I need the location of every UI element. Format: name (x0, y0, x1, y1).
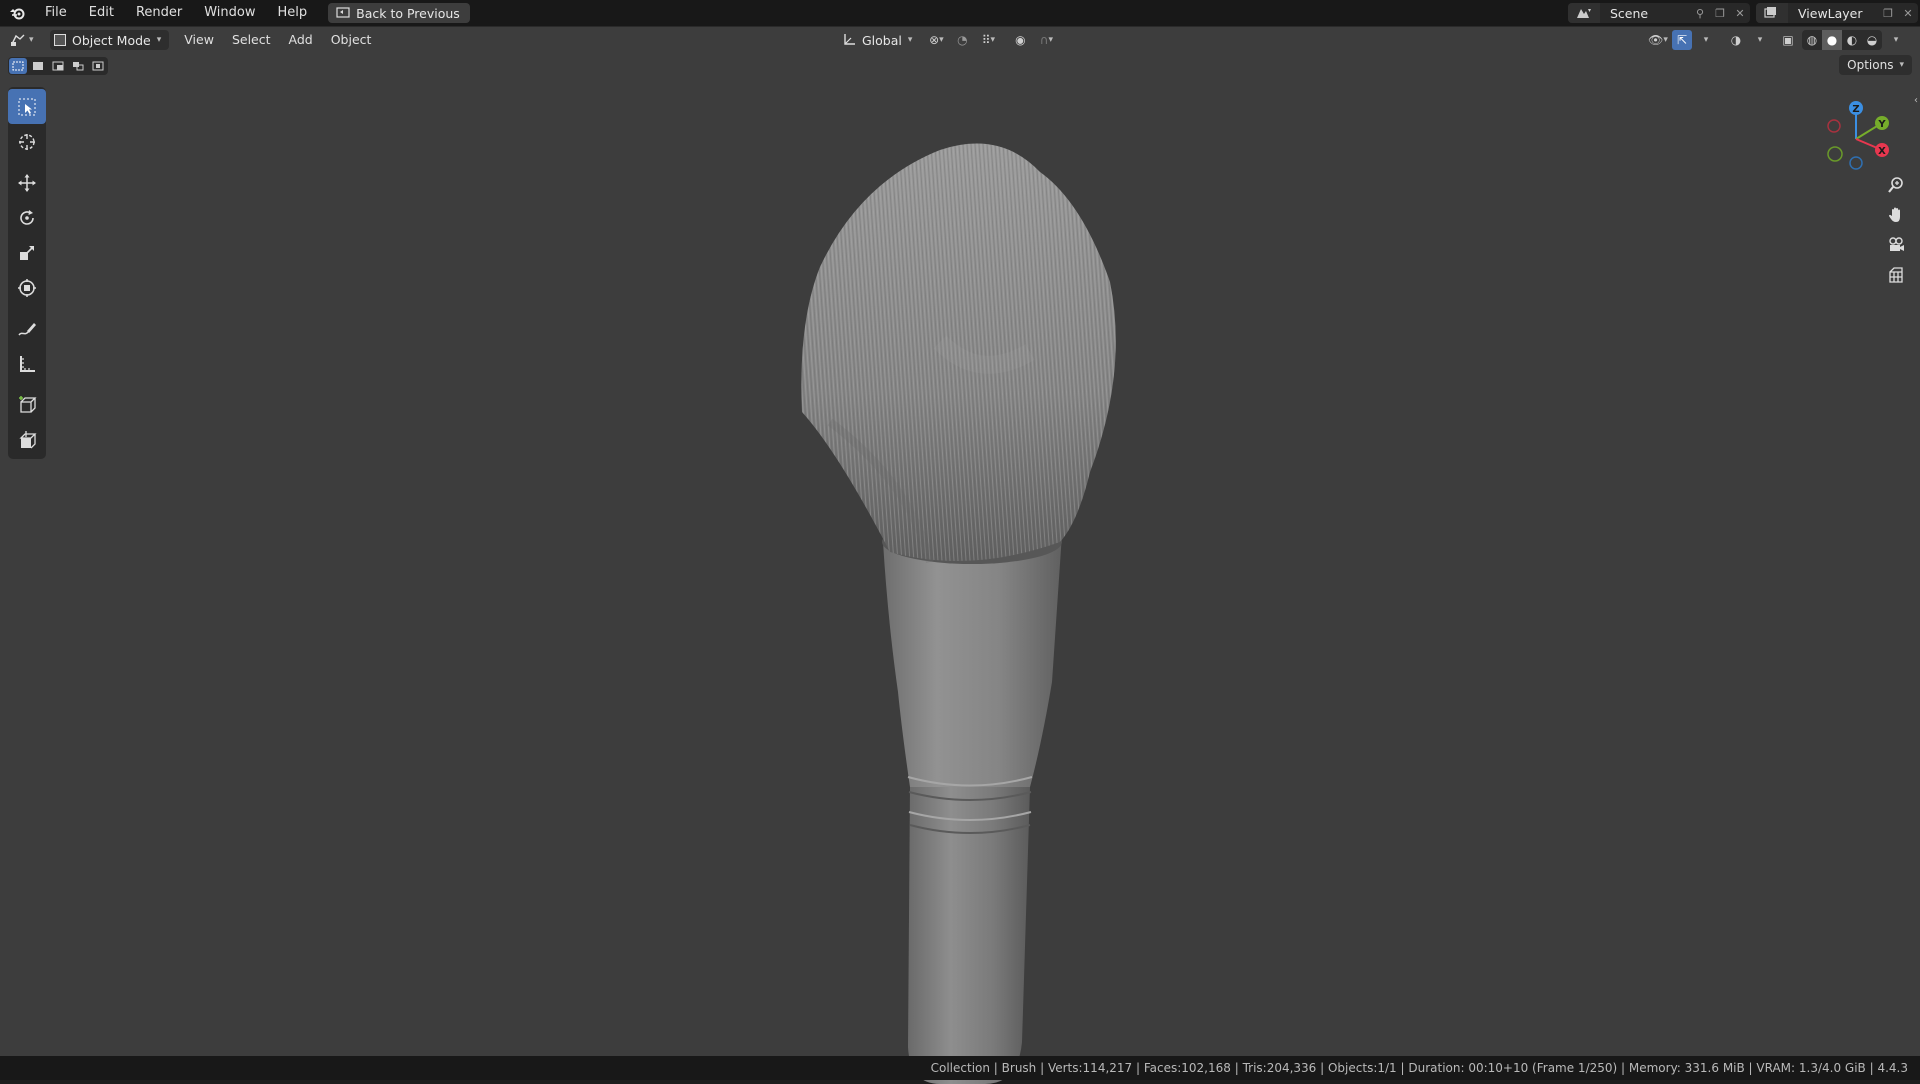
makeup-brush-model[interactable] (790, 122, 1130, 1084)
menu-add[interactable]: Add (280, 30, 322, 50)
back-screen-icon (336, 7, 350, 18)
close-view-layer-icon[interactable]: ✕ (1898, 3, 1918, 23)
editor-type-button[interactable]: ▾ (10, 30, 42, 50)
shading-mode-group: ◍ ● ◐ ◒ (1802, 30, 1882, 50)
gizmo-dropdown-icon[interactable]: ▾ (1696, 30, 1716, 50)
rendered-shading-icon[interactable]: ◒ (1862, 30, 1882, 50)
top-menu-bar: File Edit Render Window Help Back to Pre… (0, 0, 1920, 26)
add-cube-icon[interactable] (8, 387, 46, 422)
transform-tools: Global ▾ ⊗ ▾ ◔ ⠿ ▾ ◉ ∩ ▾ (838, 30, 1056, 50)
snap-toggle-icon[interactable]: ◔ (952, 30, 972, 50)
cursor-icon[interactable] (8, 124, 46, 159)
grid-ortho-icon[interactable] (1882, 261, 1910, 289)
solid-shading-icon[interactable]: ● (1822, 30, 1842, 50)
scene-name[interactable]: Scene (1600, 6, 1690, 21)
status-bar: Collection | Brush | Verts:114,217 | Fac… (0, 1056, 1920, 1080)
navigation-gizmo[interactable]: Z Y X (1812, 93, 1902, 183)
wireframe-shading-icon[interactable]: ◍ (1802, 30, 1822, 50)
view-layer-selector[interactable]: ViewLayer ❐ ✕ (1756, 3, 1918, 23)
menu-help[interactable]: Help (267, 0, 319, 26)
3d-viewport[interactable]: ▾ Object Mode ▾ View Select Add Object G… (0, 26, 1920, 1084)
shading-dropdown-icon[interactable]: ▾ (1886, 30, 1906, 50)
menu-render[interactable]: Render (125, 0, 193, 26)
select-box-icon[interactable] (8, 89, 46, 124)
menu-select[interactable]: Select (223, 30, 280, 50)
gizmo-y-label: Y (1877, 119, 1886, 130)
close-scene-icon[interactable]: ✕ (1730, 3, 1750, 23)
select-subtract-icon[interactable] (49, 58, 67, 74)
mode-dropdown[interactable]: Object Mode ▾ (50, 30, 170, 50)
top-right-fields: ▾ Scene ⚲ ❐ ✕ ViewLayer ❐ ✕ (1568, 0, 1920, 26)
viewport-header: ▾ Object Mode ▾ View Select Add Object G… (0, 27, 1920, 53)
svg-text:▾: ▾ (1588, 7, 1591, 14)
scene-statistics: Collection | Brush | Verts:114,217 | Fac… (930, 1061, 1908, 1075)
move-icon[interactable] (8, 165, 46, 200)
orientation-axes-icon (844, 34, 855, 45)
snap-target-icon[interactable]: ⠿ ▾ (978, 30, 998, 50)
gizmo-x-label: X (1878, 146, 1886, 157)
xray-toggle-icon[interactable]: ▣ (1778, 30, 1798, 50)
falloff-icon[interactable]: ∩ ▾ (1036, 30, 1056, 50)
back-to-previous-button[interactable]: Back to Previous (328, 3, 470, 23)
selection-mode-group (8, 57, 108, 75)
scale-icon[interactable] (8, 235, 46, 270)
menu-object[interactable]: Object (322, 30, 381, 50)
transform-icon[interactable] (8, 270, 46, 305)
chevron-down-icon: ▾ (156, 35, 162, 45)
mode-label: Object Mode (72, 32, 151, 48)
scene-icon[interactable]: ▾ (1568, 3, 1600, 23)
orientation-label: Global (862, 32, 902, 48)
add-primitive-icon[interactable] (8, 422, 46, 457)
menu-view[interactable]: View (175, 30, 223, 50)
chevron-down-icon: ▾ (29, 35, 34, 45)
viewport-right-tools: 👁 ▾ ⇱ ▾ ◑ ▾ ▣ ◍ ● ◐ ◒ ▾ (1648, 30, 1906, 50)
pan-hand-icon[interactable] (1882, 201, 1910, 229)
pin-icon[interactable]: ⚲ (1690, 3, 1710, 23)
options-label: Options (1847, 58, 1894, 72)
pivot-point-icon[interactable]: ⊗ ▾ (926, 30, 946, 50)
transform-orientation-dropdown[interactable]: Global ▾ (838, 30, 920, 50)
proportional-edit-icon[interactable]: ◉ (1010, 30, 1030, 50)
measure-icon[interactable] (8, 346, 46, 381)
select-intersect-icon[interactable] (89, 58, 107, 74)
new-view-layer-icon[interactable]: ❐ (1878, 3, 1898, 23)
menu-edit[interactable]: Edit (78, 0, 125, 26)
blender-logo-icon[interactable] (0, 0, 34, 26)
menu-window[interactable]: Window (193, 0, 266, 26)
zoom-icon[interactable] (1882, 171, 1910, 199)
menu-file[interactable]: File (34, 0, 78, 26)
view-layer-icon[interactable] (1756, 3, 1788, 23)
select-invert-icon[interactable] (69, 58, 87, 74)
sidebar-collapse-arrow-icon[interactable]: ‹ (1914, 95, 1918, 106)
chevron-down-icon: ▾ (907, 35, 913, 45)
back-to-previous-label: Back to Previous (356, 5, 460, 21)
scene-selector[interactable]: ▾ Scene ⚲ ❐ ✕ (1568, 3, 1750, 23)
new-scene-icon[interactable]: ❐ (1710, 3, 1730, 23)
select-new-icon[interactable] (9, 58, 27, 74)
chevron-down-icon: ▾ (1899, 60, 1904, 70)
material-preview-icon[interactable]: ◐ (1842, 30, 1862, 50)
overlays-icon[interactable]: ◑ (1726, 30, 1746, 50)
object-mode-icon (54, 34, 66, 46)
view-layer-name[interactable]: ViewLayer (1788, 6, 1878, 21)
overlays-dropdown-icon[interactable]: ▾ (1750, 30, 1770, 50)
tool-shelf (8, 87, 46, 459)
visibility-eye-icon[interactable]: 👁 ▾ (1648, 30, 1668, 50)
navigation-buttons (1882, 171, 1910, 289)
gizmo-toggle-icon[interactable]: ⇱ (1672, 30, 1692, 50)
gizmo-z-label: Z (1852, 104, 1859, 115)
annotate-icon[interactable] (8, 311, 46, 346)
select-extend-icon[interactable] (29, 58, 47, 74)
camera-icon[interactable] (1882, 231, 1910, 259)
rotate-icon[interactable] (8, 200, 46, 235)
options-dropdown[interactable]: Options ▾ (1839, 55, 1912, 75)
3d-view-icon (11, 34, 25, 46)
